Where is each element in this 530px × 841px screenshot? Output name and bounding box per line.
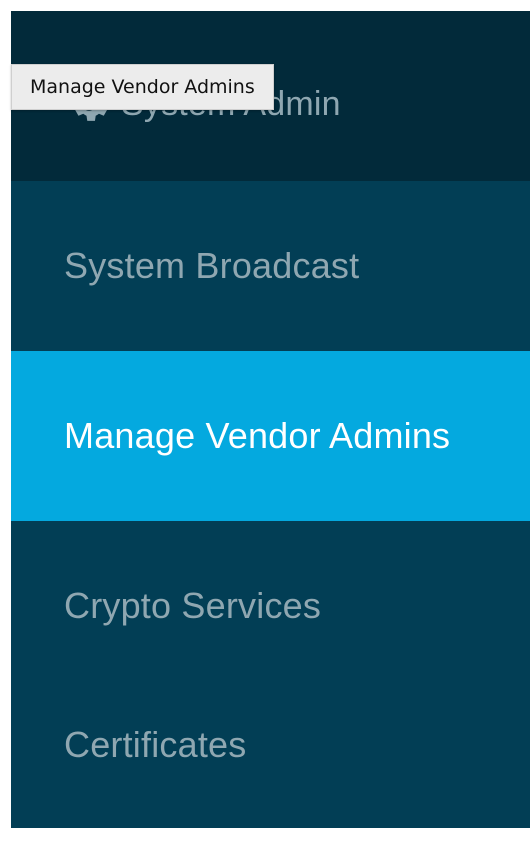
sidebar-item-label: System Broadcast bbox=[64, 245, 360, 286]
sidebar-item-label: Crypto Services bbox=[64, 585, 322, 626]
sidebar-item-certificates[interactable]: Certificates bbox=[11, 691, 530, 828]
sidebar: System Admin System Broadcast Manage Ven… bbox=[11, 11, 530, 828]
sidebar-item-manage-vendor-admins[interactable]: Manage Vendor Admins bbox=[11, 351, 530, 521]
sidebar-item-system-broadcast[interactable]: System Broadcast bbox=[11, 181, 530, 351]
sidebar-item-label: Certificates bbox=[64, 723, 247, 765]
sidebar-item-label: Manage Vendor Admins bbox=[64, 415, 451, 456]
tooltip: Manage Vendor Admins bbox=[11, 64, 274, 110]
sidebar-item-crypto-services[interactable]: Crypto Services bbox=[11, 521, 530, 691]
